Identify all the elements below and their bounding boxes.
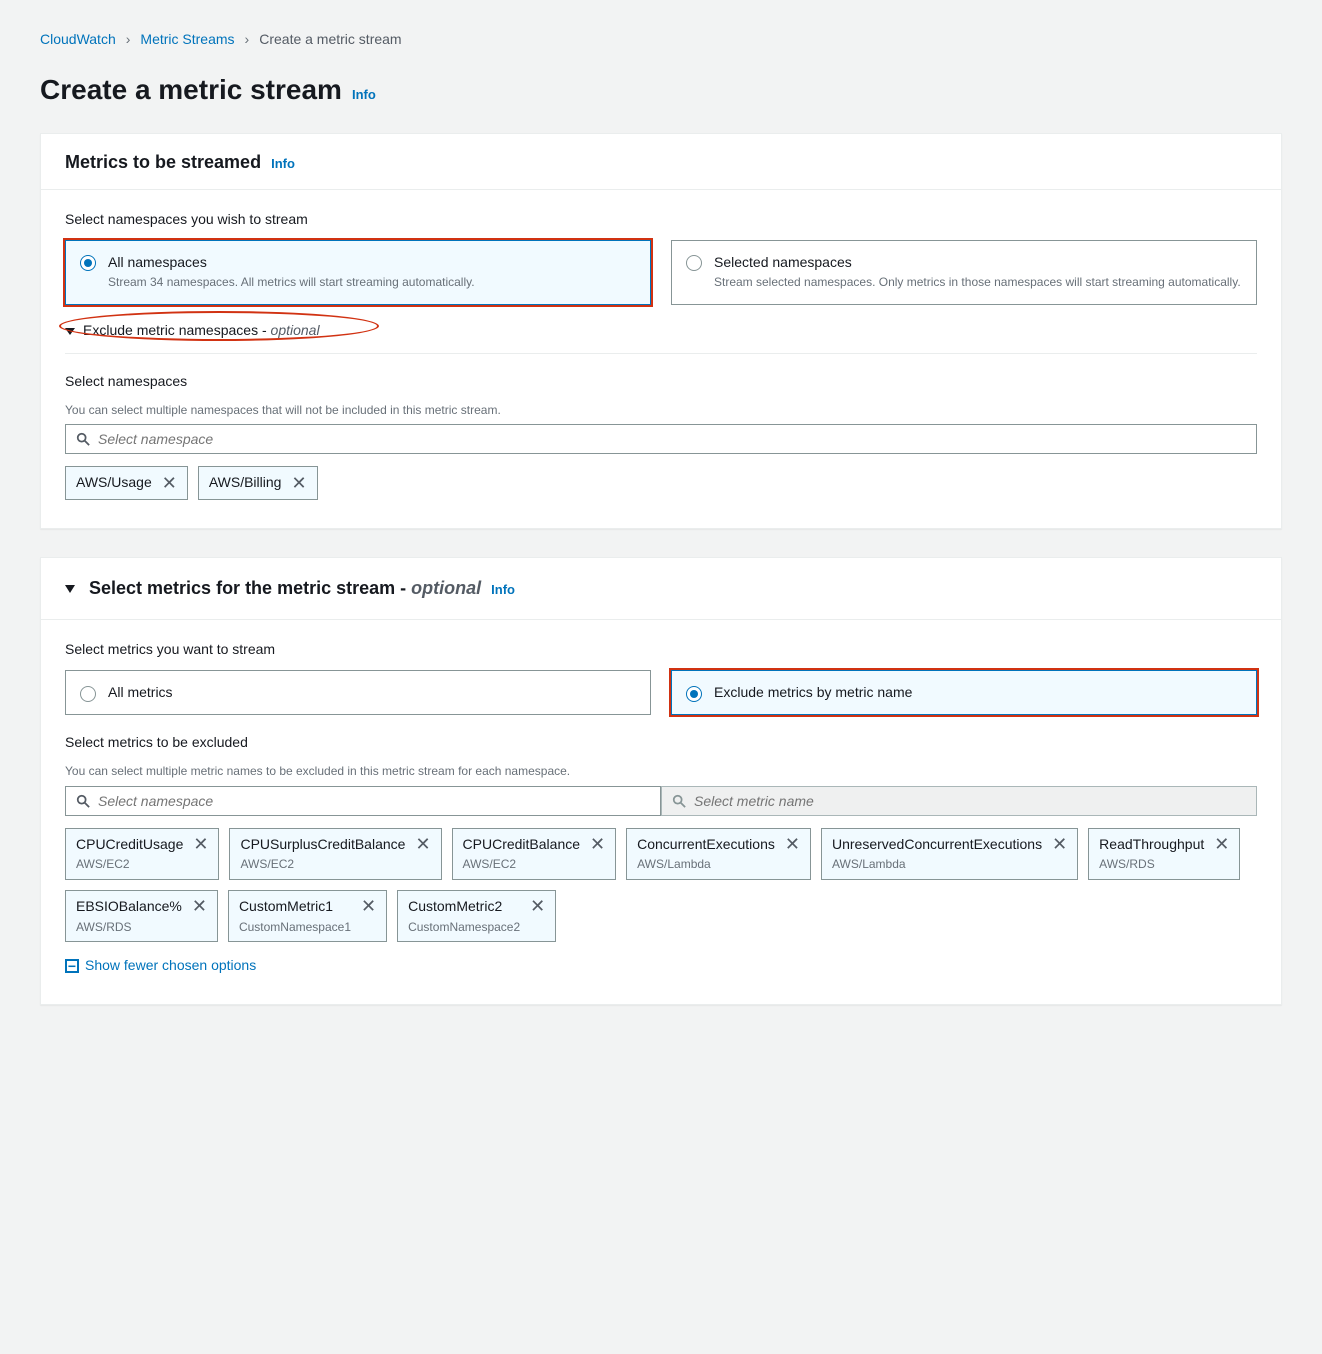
radio-icon [686, 255, 702, 271]
option-title: Exclude metrics by metric name [714, 683, 912, 703]
tag-namespace: AWS/RDS [1099, 856, 1204, 873]
tag-label: AWS/Usage [76, 473, 152, 493]
close-icon[interactable]: ✕ [291, 474, 306, 492]
metric-tag: ConcurrentExecutionsAWS/Lambda ✕ [626, 828, 811, 880]
tag-metric-name: CustomMetric1 [239, 897, 351, 917]
panel-metrics-to-stream: Metrics to be streamed Info Select names… [40, 133, 1282, 529]
tag-namespace: CustomNamespace2 [408, 919, 520, 936]
search-metric-input-disabled [661, 786, 1257, 816]
close-icon[interactable]: ✕ [192, 897, 207, 915]
chevron-right-icon: › [245, 30, 250, 50]
expander-exclude-namespaces[interactable]: Exclude metric namespaces - optional [65, 319, 1257, 354]
radio-icon [686, 686, 702, 702]
panel-title: Select metrics for the metric stream - [89, 578, 411, 598]
info-link[interactable]: Info [352, 86, 376, 104]
close-icon[interactable]: ✕ [162, 474, 177, 492]
show-fewer-label: Show fewer chosen options [85, 956, 256, 976]
tag-namespace: AWS/Lambda [637, 856, 775, 873]
metric-tag: EBSIOBalance% AWS/RDS ✕ [65, 890, 218, 942]
option-selected-namespaces[interactable]: Selected namespaces Stream selected name… [671, 240, 1257, 306]
breadcrumb-link-metric-streams[interactable]: Metric Streams [140, 30, 234, 50]
search-namespace-field[interactable] [98, 793, 650, 809]
excluded-metric-tags: CPUCreditUsageAWS/EC2✕CPUSurplusCreditBa… [65, 828, 1257, 943]
close-icon[interactable]: ✕ [530, 897, 545, 915]
select-namespaces-label: Select namespaces you wish to stream [65, 210, 1257, 230]
option-title: All namespaces [108, 253, 636, 273]
info-link[interactable]: Info [491, 581, 515, 599]
optional-label: optional [271, 322, 320, 338]
triangle-down-icon [65, 328, 75, 335]
tag-namespace: CustomNamespace1 [239, 919, 351, 936]
panel-select-metrics: Select metrics for the metric stream - o… [40, 557, 1282, 1005]
chevron-right-icon: › [126, 30, 131, 50]
panel-title: Metrics to be streamed [65, 150, 261, 175]
select-excluded-label: Select metrics to be excluded [65, 733, 1257, 753]
show-fewer-link[interactable]: − Show fewer chosen options [65, 956, 1257, 976]
close-icon[interactable]: ✕ [590, 835, 605, 853]
tag-metric-name: CustomMetric2 [408, 897, 520, 917]
search-namespace-input[interactable] [65, 424, 1257, 454]
triangle-down-icon [65, 585, 75, 593]
optional-label: optional [411, 578, 481, 598]
select-namespaces-label-2: Select namespaces [65, 372, 1257, 392]
breadcrumb-current: Create a metric stream [259, 30, 401, 50]
close-icon[interactable]: ✕ [415, 835, 430, 853]
close-icon[interactable]: ✕ [1214, 835, 1229, 853]
metric-tag: CPUCreditBalanceAWS/EC2 ✕ [452, 828, 617, 880]
excluded-namespace-tags: AWS/Usage ✕ AWS/Billing ✕ [65, 466, 1257, 500]
option-all-namespaces[interactable]: All namespaces Stream 34 namespaces. All… [65, 240, 651, 306]
close-icon[interactable]: ✕ [785, 835, 800, 853]
breadcrumb-link-cloudwatch[interactable]: CloudWatch [40, 30, 116, 50]
tag-namespace: AWS/EC2 [76, 856, 183, 873]
close-icon[interactable]: ✕ [361, 897, 376, 915]
tag-namespace: AWS/RDS [76, 919, 182, 936]
option-desc: Stream selected namespaces. Only metrics… [714, 274, 1242, 290]
info-link[interactable]: Info [271, 155, 295, 173]
tag-namespace: AWS/EC2 [240, 856, 405, 873]
metric-tag: CPUCreditUsageAWS/EC2 ✕ [65, 828, 219, 880]
namespace-tag: AWS/Usage ✕ [65, 466, 188, 500]
tag-metric-name: CPUSurplusCreditBalance [240, 835, 405, 855]
search-namespace-field[interactable] [98, 431, 1246, 447]
metric-tag: CustomMetric1 CustomNamespace1 ✕ [228, 890, 387, 942]
search-icon [76, 794, 90, 808]
metric-tag: ReadThroughputAWS/RDS ✕ [1088, 828, 1240, 880]
metric-tag: CPUSurplusCreditBalanceAWS/EC2 ✕ [229, 828, 441, 880]
search-metric-field [694, 793, 1246, 809]
search-namespace-input[interactable] [65, 786, 661, 816]
select-excluded-sub: You can select multiple metric names to … [65, 763, 1257, 780]
option-exclude-metrics[interactable]: Exclude metrics by metric name [671, 670, 1257, 716]
expander-label: Exclude metric namespaces - [83, 322, 271, 338]
option-all-metrics[interactable]: All metrics [65, 670, 651, 716]
expander-select-metrics[interactable]: Select metrics for the metric stream - o… [41, 558, 1281, 619]
breadcrumb: CloudWatch › Metric Streams › Create a m… [40, 20, 1282, 70]
page-title: Create a metric stream [40, 70, 342, 109]
metric-tag: CustomMetric2 CustomNamespace2 ✕ [397, 890, 556, 942]
minus-square-icon: − [65, 959, 79, 973]
tag-metric-name: EBSIOBalance% [76, 897, 182, 917]
close-icon[interactable]: ✕ [1052, 835, 1067, 853]
search-icon [672, 794, 686, 808]
namespace-tag: AWS/Billing ✕ [198, 466, 318, 500]
radio-icon [80, 686, 96, 702]
tag-namespace: AWS/Lambda [832, 856, 1042, 873]
search-icon [76, 432, 90, 446]
metric-tag: UnreservedConcurrentExecutionsAWS/Lambda… [821, 828, 1078, 880]
select-metrics-label: Select metrics you want to stream [65, 640, 1257, 660]
option-title: All metrics [108, 683, 173, 703]
tag-metric-name: CPUCreditUsage [76, 835, 183, 855]
tag-namespace: AWS/EC2 [463, 856, 581, 873]
tag-metric-name: UnreservedConcurrentExecutions [832, 835, 1042, 855]
radio-icon [80, 255, 96, 271]
tag-metric-name: ReadThroughput [1099, 835, 1204, 855]
tag-metric-name: CPUCreditBalance [463, 835, 581, 855]
tag-label: AWS/Billing [209, 473, 282, 493]
close-icon[interactable]: ✕ [193, 835, 208, 853]
option-desc: Stream 34 namespaces. All metrics will s… [108, 274, 636, 290]
select-namespaces-sub: You can select multiple namespaces that … [65, 402, 1257, 419]
option-title: Selected namespaces [714, 253, 1242, 273]
tag-metric-name: ConcurrentExecutions [637, 835, 775, 855]
